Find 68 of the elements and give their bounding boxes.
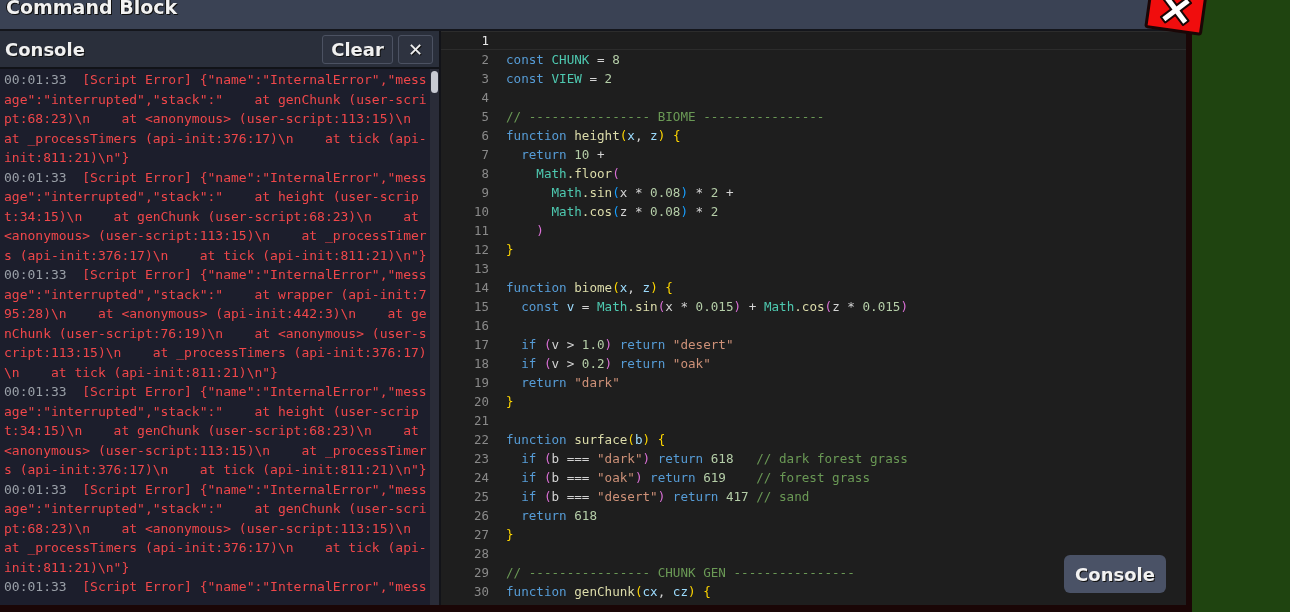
- line-number: 10: [473, 204, 489, 219]
- code-line: function height(x, z) {: [506, 128, 681, 143]
- line-number: 14: [473, 280, 489, 295]
- code-line: }: [506, 242, 514, 257]
- log-entry: 00:01:33 [Script Error] {"name":"InternalError","message":"interrupted","stack":" at genChunk (user-script:68:23)\n at <anonymous> (user-script:113:15)\n at _processTimers (api-init:376:17)\n at tick (api-init:811:21)\n"}: [4, 71, 428, 167]
- line-number: 30: [473, 584, 489, 599]
- code-line: return 10 +: [520, 147, 605, 162]
- line-number: 23: [473, 451, 489, 466]
- line-number: 7: [480, 147, 489, 162]
- line-number: 2: [480, 52, 489, 67]
- code-line: if (v > 0.2) return "oak": [520, 356, 711, 371]
- code-line: if (v > 1.0) return "desert": [520, 337, 734, 352]
- line-number: 3: [480, 71, 489, 86]
- window-title: Command Block: [6, 0, 178, 17]
- code-line: // ---------------- BIOME ----------------: [506, 109, 825, 124]
- code-line: return "dark": [520, 375, 620, 390]
- line-number: 21: [473, 413, 489, 428]
- close-button[interactable]: ✕: [398, 34, 433, 64]
- line-number: 27: [473, 527, 489, 542]
- code-line: function surface(b) {: [506, 432, 666, 447]
- code-line: const VIEW = 2: [506, 71, 613, 86]
- console-title: Console: [5, 38, 86, 60]
- log-entry: 00:01:33 [Script Error] {"name":"InternalError","message":"interrupted","stack":" at genChunk (user-script:68:23)\n at <anonymous> (user-script:113:15)\n at _processTimers (api-init:376:17)\n at tick (api-init:811:21)\n"}: [4, 480, 428, 577]
- line-number: 1: [480, 33, 489, 48]
- code-line: if (b === "dark") return 618 // dark forest grass: [520, 451, 908, 466]
- code-line: const CHUNK = 8: [506, 52, 620, 67]
- code-line: if (b === "oak") return 619 // forest grass: [520, 470, 870, 485]
- line-number: 17: [473, 337, 489, 352]
- line-number: 5: [480, 109, 489, 124]
- log-entry: 00:01:33 [Script Error] {"name":"InternalError","mess: [4, 578, 428, 596]
- line-number: 24: [473, 470, 489, 485]
- code-line: ): [535, 223, 544, 238]
- code-line: // ---------------- CHUNK GEN ----------------: [506, 565, 855, 580]
- line-number: 6: [480, 128, 489, 143]
- code-line: function genChunk(cx, cz) {: [506, 584, 711, 599]
- line-number: 4: [480, 90, 489, 105]
- line-number: 15: [473, 299, 489, 314]
- line-number: 22: [473, 432, 489, 447]
- clear-button[interactable]: Clear: [322, 34, 393, 64]
- line-number: 13: [473, 261, 489, 276]
- code-line: }: [506, 394, 514, 409]
- log-entry: 00:01:33 [Script Error] {"name":"InternalError","message":"interrupted","stack":" at height (user-script:34:15)\n at genChunk (user-script:68:23)\n at <anonymous> (user-script:113:15)\n at _processTimers (api-init:376:17)\n at tick (api-init:811:21)\n"}: [4, 383, 428, 479]
- code-line: function biome(x, z) {: [506, 280, 673, 295]
- line-number: 25: [473, 489, 489, 504]
- close-icon: [1159, 0, 1193, 27]
- log-entry: 00:01:33 [Script Error] {"name":"InternalError","message":"interrupted","stack":" at wrapper (api-init:795:28)\n at <anonymous> (api-init:442:3)\n at genChunk (user-script:76:19)\n at <anonymous> (user-script:113:15)\n at _processTimers (api-init:376:17)\n at tick (api-init:811:21)\n"}: [4, 266, 428, 382]
- line-number: 12: [473, 242, 489, 257]
- line-number: 16: [473, 318, 489, 333]
- line-number: 11: [473, 223, 489, 238]
- code-line: Math.cos(z * 0.08) * 2: [550, 204, 719, 219]
- code-line: Math.floor(: [535, 166, 620, 181]
- line-number: 28: [473, 546, 489, 561]
- line-number: 8: [480, 166, 489, 181]
- code-line: if (b === "desert") return 417 // sand: [520, 489, 810, 504]
- line-number: 26: [473, 508, 489, 523]
- code-line: const v = Math.sin(x * 0.015) + Math.cos(z * 0.015): [520, 299, 908, 314]
- scrollbar[interactable]: [430, 69, 439, 605]
- line-number: 18: [473, 356, 489, 371]
- code-line: Math.sin(x * 0.08) * 2 +: [550, 185, 734, 200]
- line-number: 20: [473, 394, 489, 409]
- line-number: 29: [473, 565, 489, 580]
- line-number: 9: [480, 185, 489, 200]
- code-line: }: [506, 527, 514, 542]
- log-entry: 00:01:33 [Script Error] {"name":"InternalError","message":"interrupted","stack":" at height (user-script:34:15)\n at genChunk (user-script:68:23)\n at <anonymous> (user-script:113:15)\n at _processTimers (api-init:376:17)\n at tick (api-init:811:21)\n"}: [4, 168, 428, 265]
- code-line: return 618: [520, 508, 597, 523]
- console-toggle-button[interactable]: Console: [1064, 555, 1166, 593]
- scrollbar-thumb[interactable]: [431, 71, 438, 93]
- line-number: 19: [473, 375, 489, 390]
